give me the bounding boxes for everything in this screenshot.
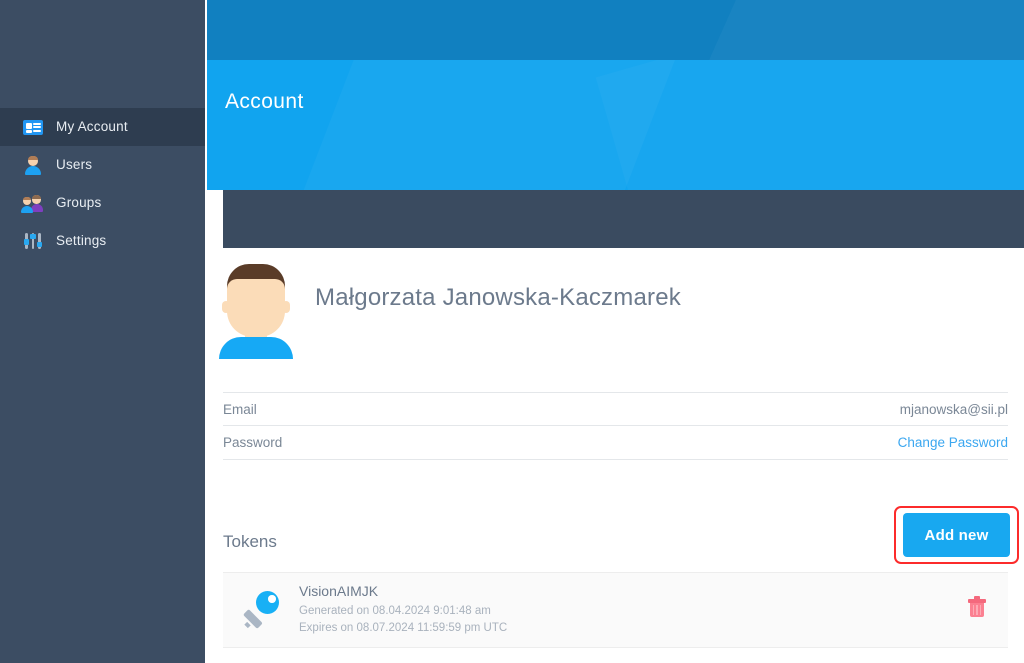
change-password-link[interactable]: Change Password	[898, 435, 1008, 450]
sidebar-item-my-account[interactable]: My Account	[0, 108, 205, 146]
token-info: VisionAIMJK Generated on 08.04.2024 9:01…	[299, 583, 507, 638]
sidebar-item-settings[interactable]: Settings	[0, 222, 205, 260]
profile-name: Małgorzata Janowska-Kaczmarek	[315, 284, 681, 311]
detail-value-email: mjanowska@sii.pl	[899, 401, 1008, 417]
page-banner: Account	[207, 60, 1024, 190]
sliders-icon	[22, 230, 44, 252]
token-expires: Expires on 08.07.2024 11:59:59 pm UTC	[299, 622, 508, 634]
id-card-icon	[22, 116, 44, 138]
main-area: Account Małgorzata Janowska-Kaczmarek Em…	[207, 0, 1024, 663]
token-generated: Generated on 08.04.2024 9:01:48 am	[299, 604, 491, 617]
app-root: My Account Users Groups Settings Account…	[0, 0, 1024, 663]
tokens-section-title: Tokens	[223, 532, 277, 551]
key-icon	[241, 588, 285, 632]
add-new-button[interactable]: Add new	[903, 513, 1010, 557]
sidebar-item-label: My Account	[56, 118, 128, 134]
sidebar-item-users[interactable]: Users	[0, 146, 205, 184]
token-list: VisionAIMJK Generated on 08.04.2024 9:01…	[223, 572, 1008, 648]
users-group-icon	[21, 192, 44, 214]
sidebar-item-label: Users	[56, 156, 93, 172]
avatar-icon	[219, 257, 293, 359]
content-area: Małgorzata Janowska-Kaczmarek Email mjan…	[207, 248, 1024, 663]
sidebar-item-groups[interactable]: Groups	[0, 184, 205, 222]
detail-row-email: Email mjanowska@sii.pl	[223, 392, 1008, 426]
token-name: VisionAIMJK	[299, 582, 379, 599]
sidebar: My Account Users Groups Settings	[0, 0, 205, 663]
detail-label: Password	[223, 435, 283, 450]
trash-icon[interactable]	[968, 595, 986, 617]
top-bar	[207, 0, 1024, 60]
banner-sheen	[596, 60, 1024, 190]
page-title: Account	[225, 90, 304, 113]
account-details-list: Email mjanowska@sii.pl Password Change P…	[223, 392, 1008, 460]
user-icon	[22, 154, 44, 176]
tokens-header: Tokens Add new	[223, 506, 1019, 566]
sidebar-item-label: Settings	[56, 232, 107, 248]
token-row[interactable]: VisionAIMJK Generated on 08.04.2024 9:01…	[223, 572, 1008, 648]
add-new-wrapper: Add new	[894, 506, 1019, 564]
sidebar-item-label: Groups	[56, 194, 102, 210]
detail-row-password: Password Change Password	[223, 426, 1008, 460]
tab-strip	[223, 190, 1024, 248]
detail-label: Email	[223, 401, 257, 417]
